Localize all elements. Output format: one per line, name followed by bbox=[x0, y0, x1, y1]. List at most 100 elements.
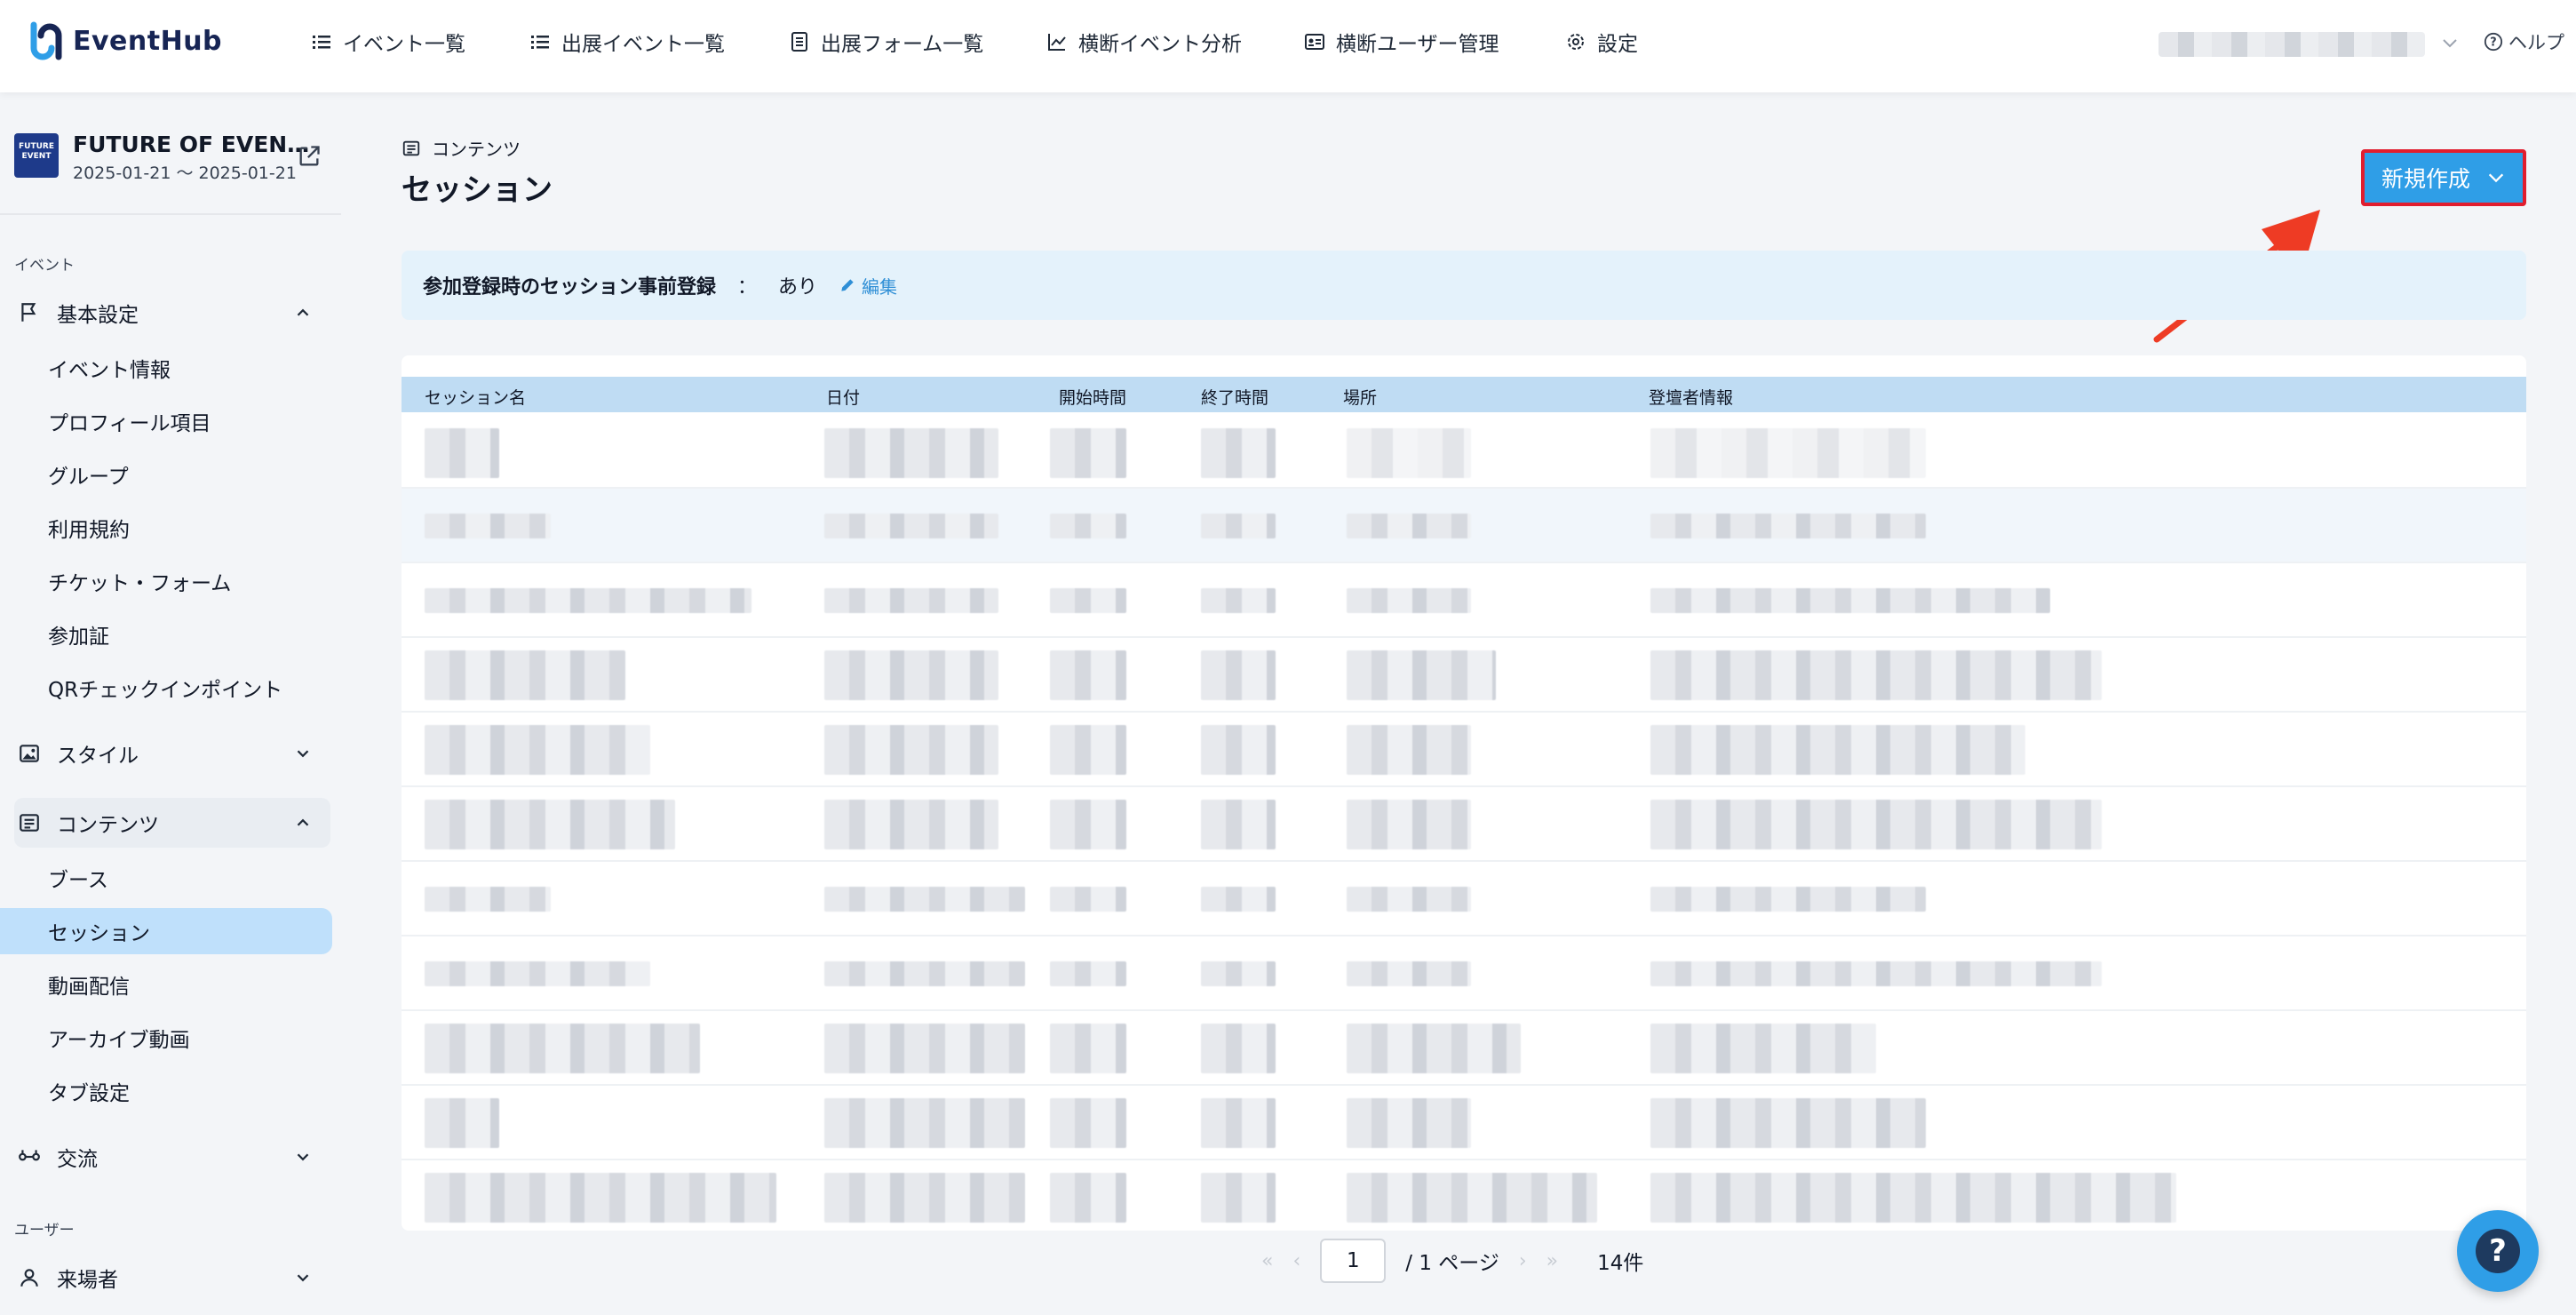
sidebar-group-visitors[interactable]: 来場者 bbox=[14, 1253, 330, 1303]
pagination: « ‹ 1 / 1 ページ › » 14件 bbox=[1261, 1239, 1643, 1283]
user-account-menu[interactable] bbox=[2159, 32, 2425, 57]
sidebar-item-terms[interactable]: 利用規約 bbox=[0, 505, 332, 551]
table-row[interactable] bbox=[402, 936, 2526, 1011]
table-row[interactable] bbox=[402, 638, 2526, 713]
question-mark-icon: ? bbox=[2476, 1229, 2520, 1273]
table-header: セッション名 日付 開始時間 終了時間 場所 登壇者情報 bbox=[402, 377, 2526, 412]
sidebar-group-contents[interactable]: コンテンツ bbox=[14, 798, 330, 848]
app-name: EventHub bbox=[73, 25, 223, 57]
new-create-label: 新規作成 bbox=[2381, 166, 2470, 192]
list-box-icon bbox=[402, 140, 420, 155]
nav-event-list[interactable]: イベント一覧 bbox=[311, 27, 465, 57]
sidebar-group-label: 来場者 bbox=[57, 1269, 118, 1292]
svg-text:?: ? bbox=[2490, 36, 2496, 50]
chevron-down-icon[interactable] bbox=[2439, 32, 2461, 53]
pencil-icon bbox=[841, 279, 854, 291]
chevron-down-icon bbox=[297, 750, 309, 758]
table-row[interactable] bbox=[402, 1160, 2526, 1231]
edit-label: 編集 bbox=[862, 275, 898, 298]
list-icon bbox=[531, 36, 549, 49]
sidebar-item-badge[interactable]: 参加証 bbox=[0, 611, 332, 658]
table-row[interactable] bbox=[402, 713, 2526, 787]
table-row[interactable] bbox=[402, 1086, 2526, 1160]
event-title: FUTURE OF EVEN… bbox=[73, 132, 310, 157]
total-count: 14件 bbox=[1597, 1252, 1644, 1275]
sidebar-item-event-info[interactable]: イベント情報 bbox=[0, 345, 332, 391]
chevron-down-icon bbox=[297, 1153, 309, 1161]
sidebar-group-label: 交流 bbox=[57, 1148, 98, 1171]
list-box-icon bbox=[20, 814, 39, 832]
nav-label: 設定 bbox=[1597, 33, 1638, 56]
sidebar-item-archive-video[interactable]: アーカイブ動画 bbox=[0, 1015, 332, 1061]
page-number-input[interactable]: 1 bbox=[1320, 1239, 1387, 1283]
form-icon bbox=[791, 32, 807, 52]
help-label: ヘルプ bbox=[2508, 32, 2564, 53]
prev-page-icon[interactable]: ‹ bbox=[1292, 1250, 1300, 1272]
event-logo: FUTURE EVENT bbox=[14, 133, 59, 178]
chevron-down-icon bbox=[297, 1274, 309, 1282]
sidebar-item-groups[interactable]: グループ bbox=[0, 451, 332, 498]
table-row[interactable] bbox=[402, 563, 2526, 638]
nav-exhibit-form-list[interactable]: 出展フォーム一覧 bbox=[789, 27, 983, 57]
page-count-label: / 1 ページ bbox=[1405, 1252, 1499, 1275]
sidebar-item-tab-settings[interactable]: タブ設定 bbox=[0, 1068, 332, 1114]
help-chat-button[interactable]: ? bbox=[2457, 1210, 2539, 1292]
sidebar-group-exchange[interactable]: 交流 bbox=[14, 1132, 330, 1182]
chevron-up-icon bbox=[297, 308, 309, 316]
last-page-icon[interactable]: » bbox=[1546, 1250, 1558, 1272]
section-label-event: イベント bbox=[14, 257, 75, 275]
sidebar-item-booth[interactable]: ブース bbox=[0, 855, 332, 901]
column-header-session-name[interactable]: セッション名 bbox=[425, 385, 526, 409]
notice-separator: ： bbox=[737, 276, 758, 299]
column-header-end-time[interactable]: 終了時間 bbox=[1201, 385, 1268, 409]
nav-cross-user-management[interactable]: 横断ユーザー管理 bbox=[1304, 27, 1499, 57]
nav-exhibit-event-list[interactable]: 出展イベント一覧 bbox=[529, 27, 725, 57]
edit-link[interactable]: 編集 bbox=[839, 273, 897, 299]
column-header-date[interactable]: 日付 bbox=[826, 385, 860, 409]
nav-settings[interactable]: 設定 bbox=[1565, 27, 1638, 57]
nav-label: イベント一覧 bbox=[343, 33, 465, 56]
table-row[interactable] bbox=[402, 787, 2526, 862]
help-circle-icon: ? bbox=[2484, 32, 2503, 52]
new-create-button[interactable]: 新規作成 bbox=[2361, 149, 2526, 206]
table-row[interactable] bbox=[402, 862, 2526, 936]
notice-label: 参加登録時のセッション事前登録 bbox=[423, 276, 717, 299]
page-title: セッション bbox=[402, 172, 553, 208]
session-table: セッション名 日付 開始時間 終了時間 場所 登壇者情報 bbox=[402, 355, 2526, 1231]
nav-label: 横断ユーザー管理 bbox=[1336, 33, 1499, 56]
help-link[interactable]: ? ヘルプ bbox=[2484, 28, 2564, 55]
next-page-icon[interactable]: › bbox=[1519, 1250, 1527, 1272]
column-header-speaker-info[interactable]: 登壇者情報 bbox=[1649, 385, 1733, 409]
chevron-down-icon bbox=[2488, 173, 2504, 183]
sidebar-item-video-streaming[interactable]: 動画配信 bbox=[0, 961, 332, 1008]
list-icon bbox=[313, 36, 330, 49]
table-row[interactable] bbox=[402, 1011, 2526, 1086]
column-header-start-time[interactable]: 開始時間 bbox=[1059, 385, 1126, 409]
sidebar-group-label: 基本設定 bbox=[57, 304, 139, 327]
sidebar-item-ticket-form[interactable]: チケット・フォーム bbox=[0, 558, 332, 604]
sidebar-group-basic-settings[interactable]: 基本設定 bbox=[14, 288, 330, 338]
sidebar-group-label: コンテンツ bbox=[57, 814, 159, 837]
external-link-icon[interactable] bbox=[297, 144, 322, 169]
sidebar-group-style[interactable]: スタイル bbox=[14, 729, 330, 778]
breadcrumb: コンテンツ bbox=[402, 135, 521, 161]
eventhub-logo-icon bbox=[30, 21, 62, 60]
sidebar-item-session[interactable]: セッション bbox=[0, 908, 332, 954]
nav-cross-event-analysis[interactable]: 横断イベント分析 bbox=[1046, 27, 1242, 57]
eventhub-logo[interactable]: EventHub bbox=[28, 21, 222, 60]
networking-icon bbox=[19, 1150, 40, 1161]
session-preregistration-notice: 参加登録時のセッション事前登録 ： あり 編集 bbox=[402, 251, 2526, 320]
event-dates: 2025-01-21 ～ 2025-01-21 bbox=[73, 163, 297, 183]
sidebar-item-qr-checkin[interactable]: QRチェックインポイント bbox=[0, 665, 332, 711]
sidebar-item-profile-fields[interactable]: プロフィール項目 bbox=[0, 398, 332, 444]
person-icon bbox=[20, 1269, 38, 1287]
first-page-icon[interactable]: « bbox=[1261, 1250, 1273, 1272]
table-row[interactable] bbox=[402, 489, 2526, 563]
table-row[interactable] bbox=[402, 414, 2526, 489]
nav-label: 出展フォーム一覧 bbox=[821, 33, 984, 56]
chart-icon bbox=[1048, 34, 1066, 51]
gear-icon bbox=[1568, 34, 1584, 50]
column-header-location[interactable]: 場所 bbox=[1343, 385, 1377, 409]
section-label-user: ユーザー bbox=[14, 1222, 75, 1239]
nav-label: 出展イベント一覧 bbox=[561, 33, 725, 56]
